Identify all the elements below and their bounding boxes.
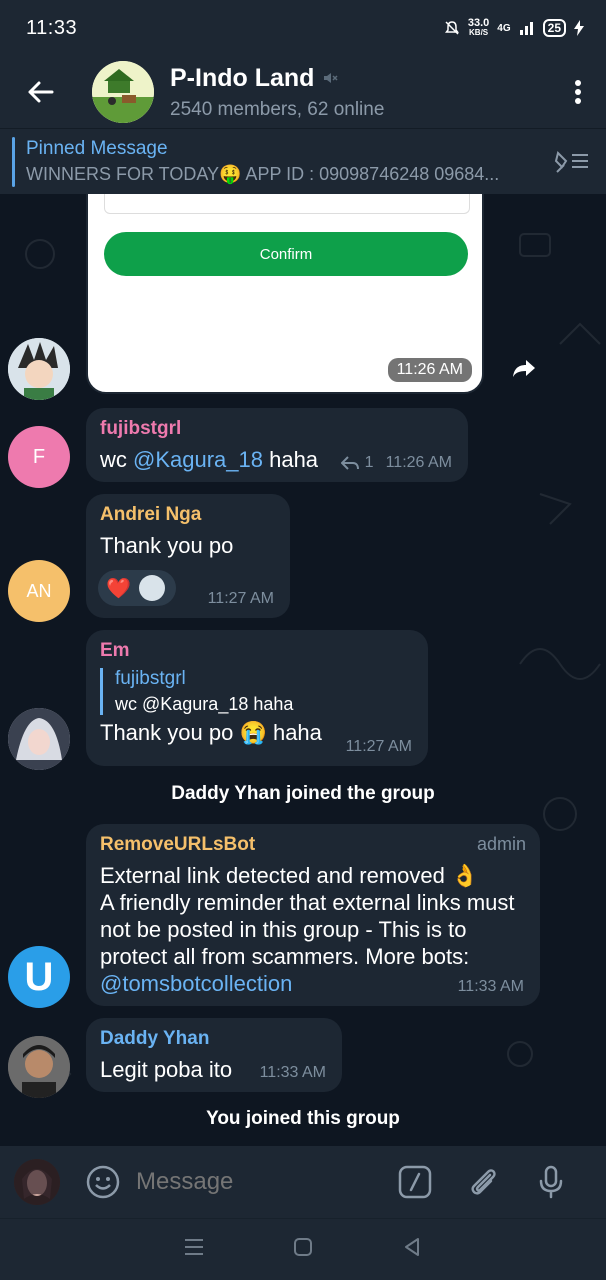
reply-count[interactable]: 1 — [365, 454, 374, 472]
image-time-badge: 11:26 AM — [387, 358, 472, 382]
pinned-body: WINNERS FOR TODAY🤑 APP ID : 09098746248 … — [26, 164, 500, 184]
group-subtitle: 2540 members, 62 online — [170, 98, 385, 120]
avatar[interactable] — [8, 708, 70, 770]
reply-icon[interactable] — [340, 456, 359, 470]
sender-name: Andrei Nga — [100, 504, 202, 525]
pinned-indicator — [12, 136, 15, 187]
pinned-title: Pinned Message — [26, 138, 168, 159]
avatar[interactable]: AN — [8, 560, 70, 622]
forward-icon — [513, 360, 535, 377]
message-input-bar — [0, 1146, 606, 1218]
header-text[interactable]: P-Indo Land 2540 members, 62 online — [170, 64, 384, 121]
message-bubble[interactable]: Andrei Nga Thank you po ❤️ 11:27 AM — [86, 494, 290, 618]
voice-button[interactable] — [534, 1165, 568, 1199]
bot-command-icon — [398, 1165, 432, 1199]
more-menu-button[interactable] — [550, 56, 606, 128]
send-as-avatar[interactable] — [14, 1159, 60, 1205]
message-meta: 1 11:26 AM — [340, 454, 452, 472]
reply-preview[interactable]: fujibstgrl wc @Kagura_18 haha — [100, 668, 414, 715]
heart-reaction: ❤️ — [106, 577, 131, 600]
message-time: 11:33 AM — [259, 1064, 326, 1081]
avatar[interactable]: U — [8, 946, 70, 1008]
message-text: Thank you po — [100, 533, 234, 558]
forward-button[interactable] — [506, 350, 542, 386]
status-icons: 33.0 KB/S 4G 25 — [444, 18, 584, 38]
system-nav-bar — [0, 1218, 606, 1280]
message-time: 11:26 AM — [385, 454, 452, 471]
pinned-list-icon — [554, 151, 588, 173]
message-time: 11:27 AM — [207, 590, 274, 607]
sender-name: RemoveURLsBot — [100, 834, 256, 855]
nav-back-icon — [404, 1238, 419, 1256]
message-bubble[interactable]: Em fujibstgrl wc @Kagura_18 haha Thank y… — [86, 630, 428, 766]
status-bar: 11:33 33.0 KB/S 4G 25 — [0, 0, 606, 56]
reaction-chip[interactable]: ❤️ — [98, 570, 176, 606]
reply-sender: fujibstgrl — [115, 668, 186, 689]
daddy-avatar-image — [8, 1036, 70, 1098]
mute-icon — [324, 73, 338, 83]
em-avatar-image — [8, 708, 70, 770]
reactor-avatar — [138, 575, 165, 601]
bot-command-button[interactable] — [398, 1165, 432, 1199]
charging-icon — [574, 20, 584, 36]
back-button[interactable] — [0, 56, 80, 128]
group-avatar-image — [92, 61, 154, 123]
message-text: External link detected and removed 👌 A f… — [100, 862, 526, 997]
sender-name: fujibstgrl — [100, 418, 182, 439]
pinned-message-bar[interactable]: Pinned Message WINNERS FOR TODAY🤑 APP ID… — [0, 128, 606, 194]
message-time: 11:27 AM — [345, 738, 412, 755]
mic-icon — [539, 1165, 563, 1199]
pinned-text: Pinned Message WINNERS FOR TODAY🤑 APP ID… — [26, 138, 546, 185]
attach-icon — [471, 1169, 496, 1195]
emoji-button[interactable] — [86, 1165, 120, 1199]
reply-text: wc @Kagura_18 haha — [115, 694, 294, 714]
emoji: 😭 — [239, 720, 267, 745]
avatar[interactable] — [8, 1036, 70, 1098]
sender-row: RemoveURLsBot admin — [100, 834, 526, 856]
admin-badge: admin — [476, 834, 526, 854]
avatar[interactable] — [8, 338, 70, 400]
pinned-list-button[interactable] — [554, 147, 590, 180]
back-arrow-icon — [28, 81, 54, 103]
emoji-icon — [86, 1165, 120, 1199]
nav-back-button[interactable] — [402, 1237, 422, 1262]
net-speed: 33.0 KB/S — [467, 17, 490, 38]
nav-home-icon — [293, 1238, 312, 1256]
image-message[interactable]: 09527483721 Confirm 11:26 AM — [86, 194, 484, 394]
signal-icon — [519, 22, 533, 35]
image-confirm-button: Confirm — [104, 232, 468, 276]
group-avatar[interactable] — [92, 61, 154, 123]
message-bubble[interactable]: RemoveURLsBot admin External link detect… — [86, 824, 540, 1006]
chat-area[interactable]: 09527483721 Confirm 11:26 AM F fujibstgr… — [0, 194, 606, 1146]
message-bubble[interactable]: fujibstgrl wc @Kagura_18 haha 1 11:26 AM — [86, 408, 468, 482]
mention-link[interactable]: @Kagura_18 — [133, 447, 263, 472]
battery-indicator: 25 — [542, 19, 566, 37]
message-time: 11:33 AM — [457, 978, 524, 995]
message-bubble[interactable]: Daddy Yhan Legit poba ito 11:33 AM — [86, 1018, 342, 1092]
nav-menu-button[interactable] — [184, 1238, 204, 1261]
avatar[interactable]: F — [8, 426, 70, 488]
bell-off-icon — [444, 21, 459, 35]
service-message: Daddy Yhan joined the group — [171, 783, 435, 804]
anime-avatar-image — [8, 338, 70, 400]
group-title: P-Indo Land — [170, 64, 384, 93]
service-message: You joined this group — [206, 1108, 400, 1129]
image-number-field: 09527483721 — [104, 194, 470, 214]
status-time: 11:33 — [26, 16, 78, 39]
nav-home-button[interactable] — [293, 1237, 313, 1262]
attach-button[interactable] — [466, 1165, 500, 1199]
message-input[interactable] — [136, 1160, 386, 1204]
sender-name: Em — [100, 640, 130, 661]
network-type: 4G — [497, 22, 511, 34]
send-as-avatar-image — [14, 1159, 60, 1205]
sender-name: Daddy Yhan — [100, 1028, 210, 1049]
chat-header: P-Indo Land 2540 members, 62 online — [0, 56, 606, 128]
more-vertical-icon — [575, 80, 581, 104]
nav-menu-icon — [185, 1239, 204, 1255]
